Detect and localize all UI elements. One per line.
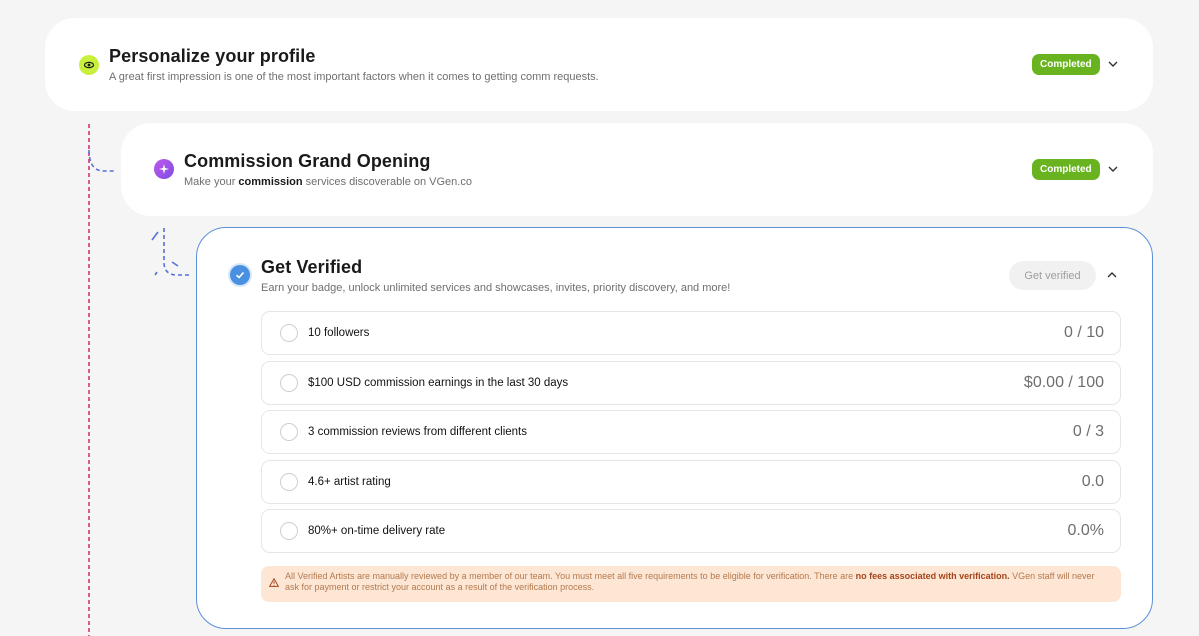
requirement-label: 4.6+ artist rating — [308, 475, 391, 488]
chevron-up-icon[interactable] — [1105, 268, 1119, 282]
requirement-progress: 0.0% — [1067, 522, 1104, 539]
unchecked-circle-icon — [280, 423, 298, 441]
step-card-personalize-profile[interactable]: Personalize your profile A great first i… — [45, 18, 1153, 111]
sparkle-icon — [154, 159, 174, 179]
requirement-label: 80%+ on-time delivery rate — [308, 525, 446, 537]
requirement-progress: 0 / 10 — [1063, 324, 1104, 341]
get-verified-button[interactable]: Get verified — [1009, 261, 1096, 290]
completed-badge: Completed — [1032, 159, 1100, 180]
step-card-commission-grand-opening[interactable]: Commission Grand Opening Make your commi… — [121, 123, 1153, 216]
requirement-row: 3 commission reviews from different clie… — [261, 410, 1121, 454]
requirement-label: 10 followers — [308, 327, 370, 339]
chevron-down-icon[interactable] — [1106, 57, 1120, 71]
step-description: Make your commission services discoverab… — [184, 176, 472, 188]
step-description: A great first impression is one of the m… — [109, 71, 599, 83]
step-title: Commission Grand Opening — [184, 151, 431, 171]
requirements-list: 10 followers 0 / 10 $100 USD commission … — [261, 311, 1121, 559]
requirement-progress: $0.00 / 100 — [1023, 373, 1104, 391]
unchecked-circle-icon — [280, 324, 298, 342]
notice-text: All Verified Artists are manually review… — [285, 571, 856, 581]
eye-icon — [79, 55, 99, 75]
step-card-get-verified: Get Verified Earn your badge, unlock unl… — [196, 227, 1153, 629]
unchecked-circle-icon — [280, 373, 298, 392]
requirement-row: 10 followers 0 / 10 — [261, 311, 1121, 355]
requirement-row: 80%+ on-time delivery rate 0.0% — [261, 509, 1121, 553]
verification-notice: All Verified Artists are manually review… — [261, 566, 1121, 602]
requirement-row: 4.6+ artist rating 0.0 — [261, 459, 1121, 504]
unchecked-circle-icon — [280, 472, 298, 491]
step-title: Get Verified — [261, 257, 363, 277]
notice-bold-text: no fees associated with verification. — [855, 571, 1010, 581]
check-circle-icon — [230, 265, 250, 285]
requirement-progress: 0 / 3 — [1072, 423, 1104, 440]
chevron-down-icon[interactable] — [1106, 162, 1120, 176]
requirement-row: $100 USD commission earnings in the last… — [261, 360, 1121, 405]
unchecked-circle-icon — [280, 522, 298, 540]
requirement-progress: 0.0 — [1081, 472, 1104, 490]
step-description: Earn your badge, unlock unlimited servic… — [261, 282, 731, 294]
step-title: Personalize your profile — [109, 46, 316, 66]
warning-icon — [268, 577, 280, 590]
completed-badge: Completed — [1032, 54, 1100, 75]
requirement-label: $100 USD commission earnings in the last… — [308, 376, 569, 389]
requirement-label: 3 commission reviews from different clie… — [308, 426, 527, 438]
